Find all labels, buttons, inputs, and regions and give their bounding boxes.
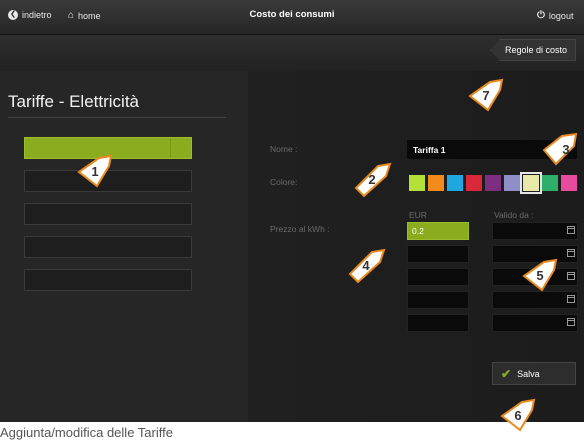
callout-1: 1 <box>75 152 115 192</box>
calendar-icon[interactable] <box>567 249 575 257</box>
callout-5: 5 <box>520 256 560 296</box>
color-swatch[interactable] <box>520 172 542 194</box>
valid-from-input-5[interactable] <box>492 314 578 332</box>
color-swatch[interactable] <box>561 175 577 191</box>
tariff-slot-4[interactable] <box>24 236 192 258</box>
tariff-slot-3[interactable] <box>24 203 192 225</box>
callout-2: 2 <box>352 160 392 200</box>
save-label: Salva <box>517 368 540 379</box>
color-swatch[interactable] <box>447 175 463 191</box>
figure-caption: Aggiunta/modifica delle Tariffe <box>0 425 173 440</box>
callout-4: 4 <box>346 246 386 286</box>
price-input-3[interactable] <box>407 268 469 286</box>
cost-rules-button[interactable]: Regole di costo <box>489 39 576 61</box>
calendar-icon[interactable] <box>567 295 575 303</box>
price-input-5[interactable] <box>407 314 469 332</box>
valid-from-input-1[interactable] <box>492 222 578 240</box>
price-label: Prezzo al kWh : <box>270 224 330 234</box>
page-title: Costo dei consumi <box>249 9 335 20</box>
callout-7: 7 <box>466 76 506 116</box>
power-icon: ⏻ <box>537 10 545 21</box>
price-input-4[interactable] <box>407 291 469 309</box>
calendar-icon[interactable] <box>567 318 575 326</box>
price-input-1[interactable] <box>407 222 469 240</box>
callout-3: 3 <box>540 130 580 170</box>
app-window: ❮ indietro ⌂ home Costo dei consumi ⏻ lo… <box>0 0 584 422</box>
callout-6: 6 <box>498 396 538 436</box>
color-swatch[interactable] <box>485 175 501 191</box>
logout-label: logout <box>548 10 574 21</box>
tariff-slot-5[interactable] <box>24 269 192 291</box>
checkmark-icon: ✔ <box>501 366 512 381</box>
panel-title: Tariffe - Elettricità <box>8 92 140 111</box>
color-swatch[interactable] <box>504 175 520 191</box>
color-swatch[interactable] <box>409 175 425 191</box>
color-swatch[interactable] <box>466 175 482 191</box>
name-label: Nome : <box>270 144 298 154</box>
logout-button[interactable]: ⏻ logout <box>537 10 573 21</box>
top-bar: ❮ indietro ⌂ home Costo dei consumi ⏻ lo… <box>0 0 584 35</box>
eur-header: EUR <box>409 210 427 220</box>
color-label: Colore: <box>270 177 298 187</box>
color-swatch[interactable] <box>428 175 444 191</box>
valid-from-header: Valido da : <box>494 210 534 220</box>
save-button[interactable]: ✔ Salva <box>492 362 576 385</box>
divider <box>8 117 226 118</box>
calendar-icon[interactable] <box>567 272 575 280</box>
color-swatch[interactable] <box>542 175 558 191</box>
calendar-icon[interactable] <box>567 226 575 234</box>
price-input-2[interactable] <box>407 245 469 263</box>
